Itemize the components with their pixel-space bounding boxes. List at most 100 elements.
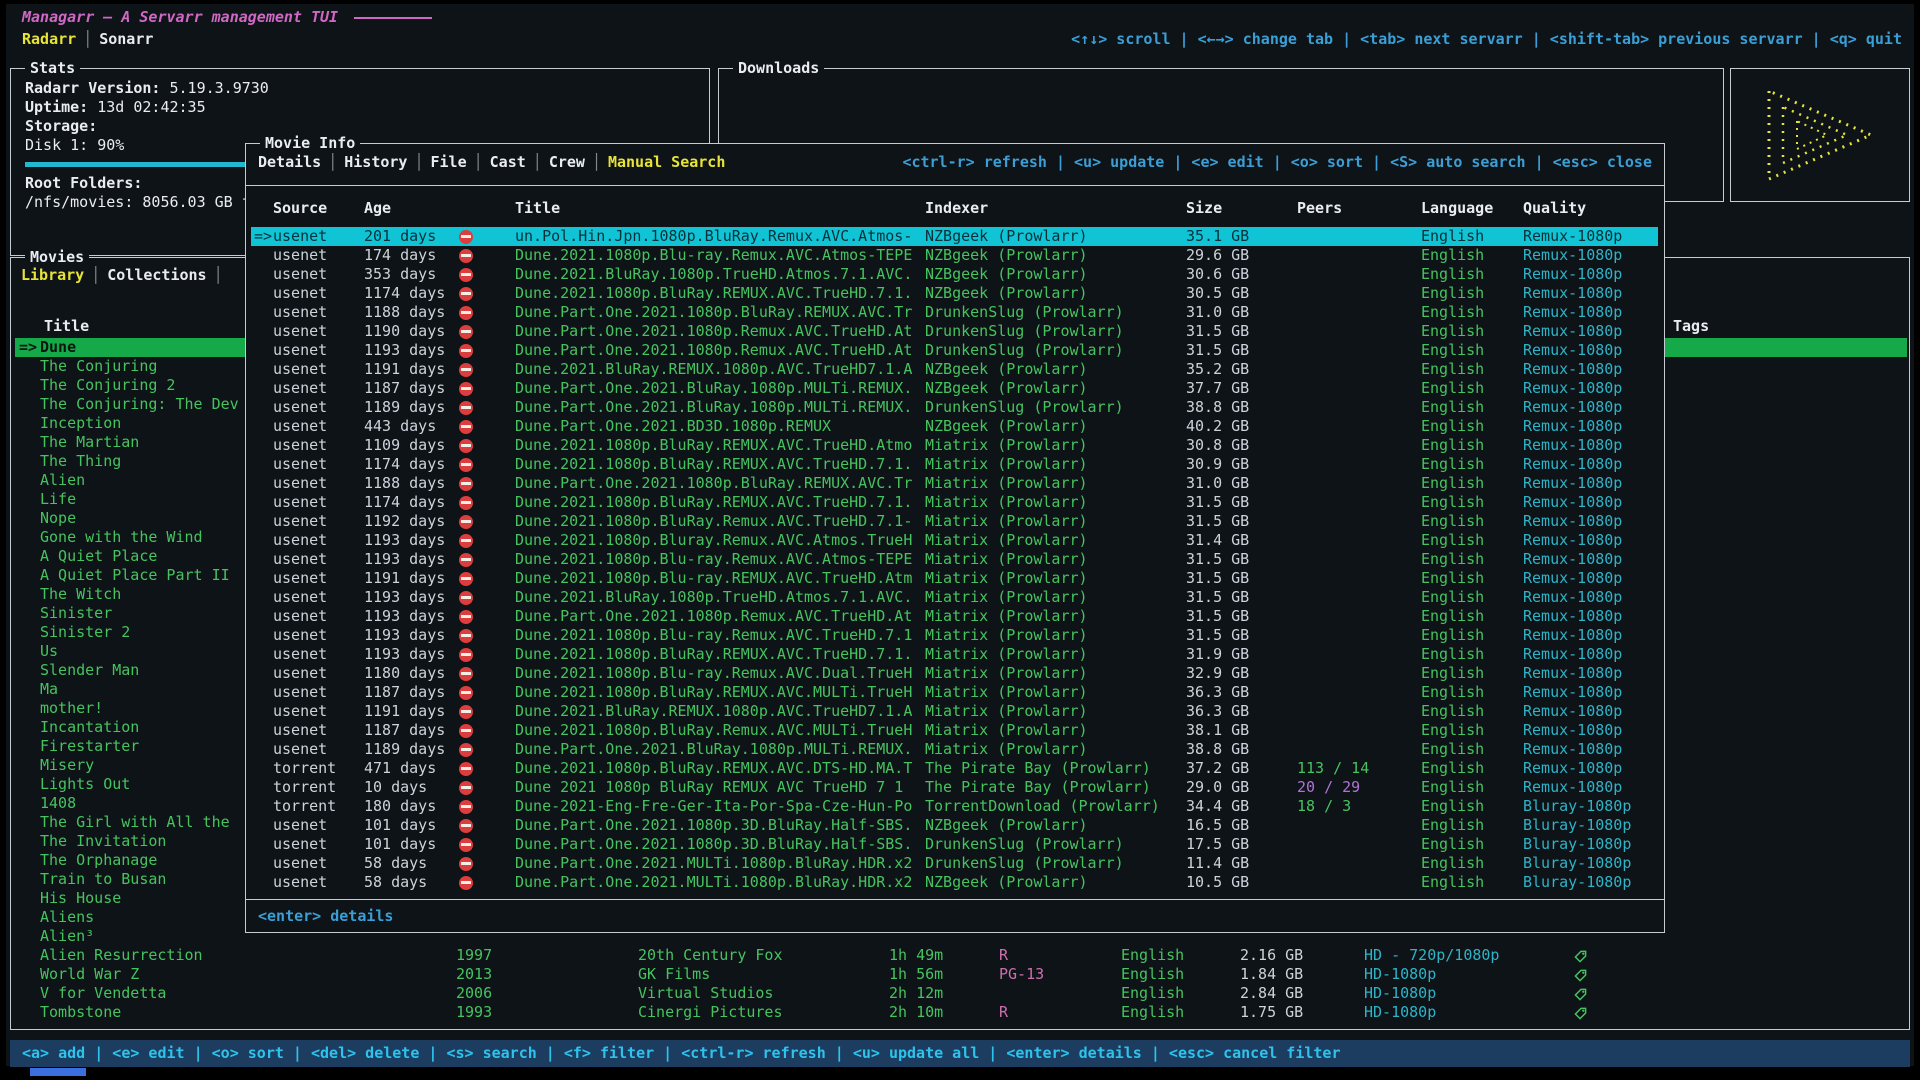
search-result-row[interactable]: usenet1187 daysDune.2021.1080p.BluRay.RE… [251, 683, 1658, 702]
result-quality: Bluray-1080p [1523, 854, 1658, 873]
search-result-row[interactable]: usenet1189 daysDune.Part.One.2021.BluRay… [251, 740, 1658, 759]
search-result-row[interactable]: =>usenet201 daysun.Pol.Hin.Jpn.1080p.Blu… [251, 227, 1658, 246]
movie-year: 1997 [456, 946, 638, 965]
result-quality: Remux-1080p [1523, 645, 1658, 664]
selection-marker [15, 585, 40, 604]
search-result-row[interactable]: usenet1174 daysDune.2021.1080p.BluRay.RE… [251, 493, 1658, 512]
result-indexer: Miatrix (Prowlarr) [925, 455, 1186, 474]
selection-marker [15, 680, 40, 699]
movie-list-item[interactable]: Tombstone1993Cinergi Pictures2h 10mREngl… [15, 1003, 1907, 1022]
no-entry-icon [459, 420, 473, 434]
tab-details[interactable]: Details [258, 153, 321, 171]
search-result-row[interactable]: usenet1193 daysDune.2021.1080p.Bluray.Re… [251, 531, 1658, 550]
movie-list-item[interactable]: V for Vendetta2006Virtual Studios2h 12mE… [15, 984, 1907, 1003]
search-result-row[interactable]: usenet1109 daysDune.2021.1080p.BluRay.RE… [251, 436, 1658, 455]
search-result-row[interactable]: usenet101 daysDune.Part.One.2021.1080p.3… [251, 816, 1658, 835]
search-result-row[interactable]: usenet1193 daysDune.2021.1080p.Blu-ray.R… [251, 626, 1658, 645]
rejected-icon [459, 702, 515, 721]
result-size: 36.3 GB [1186, 683, 1297, 702]
result-quality: Bluray-1080p [1523, 873, 1658, 892]
result-quality: Remux-1080p [1523, 246, 1658, 265]
result-age: 1188 days [364, 303, 459, 322]
search-result-row[interactable]: usenet1191 daysDune.2021.BluRay.REMUX.10… [251, 702, 1658, 721]
movie-info-tabs: Details History File Cast Crew Manual Search [258, 153, 725, 171]
movie-tags [1669, 452, 1907, 471]
result-source: usenet [273, 683, 364, 702]
search-result-row[interactable]: usenet1174 daysDune.2021.1080p.BluRay.RE… [251, 284, 1658, 303]
movie-tags [1669, 338, 1907, 357]
result-language: English [1421, 436, 1523, 455]
search-result-row[interactable]: usenet1190 daysDune.Part.One.2021.1080p.… [251, 322, 1658, 341]
search-result-row[interactable]: usenet58 daysDune.Part.One.2021.MULTi.10… [251, 854, 1658, 873]
search-result-row[interactable]: usenet1188 daysDune.Part.One.2021.1080p.… [251, 303, 1658, 322]
result-age: 1188 days [364, 474, 459, 493]
selection-marker [251, 379, 273, 398]
result-peers [1297, 398, 1421, 417]
tab-library[interactable]: Library [21, 266, 84, 284]
movie-quality: HD - 720p/1080p [1364, 946, 1574, 965]
selection-marker [251, 683, 273, 702]
selection-marker [251, 284, 273, 303]
movie-language: English [1121, 1003, 1240, 1022]
selection-marker [15, 718, 40, 737]
result-title: Dune.2021.1080p.BluRay.REMUX.AVC.TrueHD.… [515, 284, 925, 303]
search-result-row[interactable]: usenet1191 daysDune.2021.BluRay.REMUX.10… [251, 360, 1658, 379]
result-peers [1297, 531, 1421, 550]
result-source: usenet [273, 626, 364, 645]
search-result-row[interactable]: usenet1192 daysDune.2021.1080p.BluRay.Re… [251, 512, 1658, 531]
no-entry-icon [459, 477, 473, 491]
tab-sonarr[interactable]: Sonarr [99, 30, 153, 48]
selection-marker [251, 550, 273, 569]
result-age: 58 days [364, 873, 459, 892]
search-result-row[interactable]: usenet1193 daysDune.2021.1080p.BluRay.RE… [251, 645, 1658, 664]
result-indexer: NZBgeek (Prowlarr) [925, 873, 1186, 892]
result-age: 1193 days [364, 550, 459, 569]
search-result-row[interactable]: usenet1180 daysDune.2021.1080p.Blu-ray.R… [251, 664, 1658, 683]
tab-file[interactable]: File [431, 153, 467, 171]
search-result-row[interactable]: usenet58 daysDune.Part.One.2021.MULTi.10… [251, 873, 1658, 892]
result-peers [1297, 284, 1421, 303]
result-peers [1297, 436, 1421, 455]
search-result-row[interactable]: usenet101 daysDune.Part.One.2021.1080p.3… [251, 835, 1658, 854]
search-result-row[interactable]: usenet1187 daysDune.2021.1080p.BluRay.Re… [251, 721, 1658, 740]
search-result-row[interactable]: usenet443 daysDune.Part.One.2021.BD3D.10… [251, 417, 1658, 436]
search-result-row[interactable]: usenet174 daysDune.2021.1080p.Blu-ray.Re… [251, 246, 1658, 265]
result-language: English [1421, 835, 1523, 854]
tab-cast[interactable]: Cast [490, 153, 526, 171]
search-result-row[interactable]: usenet1193 daysDune.2021.1080p.Blu-ray.R… [251, 550, 1658, 569]
no-entry-icon [459, 363, 473, 377]
tab-manual-search[interactable]: Manual Search [608, 153, 725, 171]
root-folders-label: Root Folders: [25, 174, 142, 192]
search-result-row[interactable]: usenet1188 daysDune.Part.One.2021.1080p.… [251, 474, 1658, 493]
selection-marker [15, 452, 40, 471]
movie-tags [1669, 756, 1907, 775]
stats-panel-title: Stats [25, 59, 80, 77]
search-result-row[interactable]: torrent471 daysDune.2021.1080p.BluRay.RE… [251, 759, 1658, 778]
search-result-row[interactable]: usenet1174 daysDune.2021.1080p.BluRay.RE… [251, 455, 1658, 474]
result-title: Dune.Part.One.2021.BluRay.1080p.MULTi.RE… [515, 398, 925, 417]
search-result-row[interactable]: usenet1191 daysDune.2021.1080p.Blu-ray.R… [251, 569, 1658, 588]
result-indexer: DrunkenSlug (Prowlarr) [925, 303, 1186, 322]
selection-marker [15, 490, 40, 509]
search-result-row[interactable]: torrent180 daysDune-2021-Eng-Fre-Ger-Ita… [251, 797, 1658, 816]
search-result-row[interactable]: torrent10 daysDune 2021 1080p BluRay REM… [251, 778, 1658, 797]
search-result-row[interactable]: usenet1193 daysDune.2021.BluRay.1080p.Tr… [251, 588, 1658, 607]
result-age: 1191 days [364, 702, 459, 721]
search-result-row[interactable]: usenet353 daysDune.2021.BluRay.1080p.Tru… [251, 265, 1658, 284]
tab-radarr[interactable]: Radarr [22, 30, 76, 48]
search-result-row[interactable]: usenet1193 daysDune.Part.One.2021.1080p.… [251, 341, 1658, 360]
tab-crew[interactable]: Crew [549, 153, 585, 171]
search-result-row[interactable]: usenet1189 daysDune.Part.One.2021.BluRay… [251, 398, 1658, 417]
result-size: 31.5 GB [1186, 569, 1297, 588]
result-indexer: NZBgeek (Prowlarr) [925, 417, 1186, 436]
tab-collections[interactable]: Collections [107, 266, 206, 284]
selection-marker [15, 1003, 40, 1022]
result-age: 101 days [364, 816, 459, 835]
search-result-row[interactable]: usenet1187 daysDune.Part.One.2021.BluRay… [251, 379, 1658, 398]
movie-list-item[interactable]: Alien Resurrection199720th Century Fox1h… [15, 946, 1907, 965]
movie-tags [1669, 794, 1907, 813]
search-result-row[interactable]: usenet1193 daysDune.Part.One.2021.1080p.… [251, 607, 1658, 626]
movies-tabs: Library Collections [21, 266, 230, 284]
tab-history[interactable]: History [344, 153, 407, 171]
movie-list-item[interactable]: World War Z2013GK Films1h 56mPG-13Englis… [15, 965, 1907, 984]
